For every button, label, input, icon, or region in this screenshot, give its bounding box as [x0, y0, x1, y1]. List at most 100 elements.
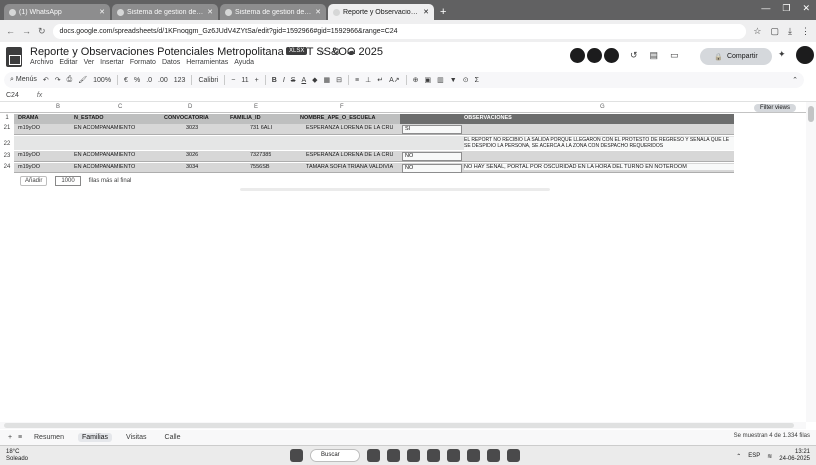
cell[interactable]: 731 6ALI: [250, 125, 272, 131]
column-header-f[interactable]: F: [340, 104, 344, 110]
more-formats-icon[interactable]: 123: [174, 77, 186, 84]
cell[interactable]: SI: [402, 125, 462, 134]
cell[interactable]: m19yOO: [18, 125, 40, 131]
wifi-icon[interactable]: ≋: [767, 453, 772, 460]
row-number[interactable]: 21: [0, 125, 14, 131]
cell[interactable]: ESPERANZA LORENA DE LA CRU: [306, 125, 393, 131]
align-icon[interactable]: ≡: [355, 77, 359, 84]
chevron-up-icon[interactable]: ⌃: [736, 453, 741, 460]
maximize-button[interactable]: ❐: [782, 3, 790, 14]
percent-icon[interactable]: %: [134, 77, 140, 84]
add-rows-quantity-input[interactable]: 1000: [55, 176, 81, 186]
avatar[interactable]: [587, 48, 602, 63]
language-indicator[interactable]: ESP: [748, 453, 760, 459]
row-number[interactable]: 22: [0, 141, 14, 147]
browser-tab[interactable]: Sistema de gestion de s... ✕: [112, 4, 218, 20]
font-select[interactable]: Calibri: [198, 77, 218, 84]
functions-icon[interactable]: Σ: [475, 77, 479, 84]
decimal-increase-icon[interactable]: .00: [158, 77, 168, 84]
cell[interactable]: m19yOO: [18, 164, 40, 170]
currency-icon[interactable]: €: [124, 77, 128, 84]
close-icon[interactable]: ✕: [315, 8, 321, 16]
avatar[interactable]: [570, 48, 585, 63]
valign-icon[interactable]: ⊥: [365, 76, 371, 84]
name-box[interactable]: C24: [6, 92, 19, 99]
merge-icon[interactable]: ⊟: [336, 76, 342, 84]
edge-icon[interactable]: [427, 449, 440, 462]
collapse-toolbar-icon[interactable]: ⌃: [792, 76, 798, 84]
decimal-decrease-icon[interactable]: .0: [146, 77, 152, 84]
sheet-tab-visitas[interactable]: Visitas: [122, 433, 151, 442]
back-icon[interactable]: ←: [6, 26, 15, 36]
italic-icon[interactable]: I: [283, 77, 285, 84]
cell[interactable]: 3026: [186, 152, 198, 158]
cell[interactable]: 3023: [186, 125, 198, 131]
download-icon[interactable]: ⤓: [788, 26, 792, 37]
sheets-logo-icon[interactable]: [6, 47, 22, 67]
filter-views-icon[interactable]: ⊙: [463, 76, 469, 84]
add-icon[interactable]: ✦: [778, 49, 786, 60]
sheet-tab-resumen[interactable]: Resumen: [30, 433, 68, 442]
table-row[interactable]: EL REPORT NO RECIBIO LA SALIDA PORQUE LL…: [14, 136, 734, 150]
horizontal-scrollbar[interactable]: [0, 422, 806, 429]
url-input[interactable]: docs.google.com/spreadsheets/d/1KFnoqgm_…: [52, 23, 747, 39]
all-sheets-icon[interactable]: ≡: [18, 434, 22, 441]
search-menus[interactable]: ⌕ Menús: [10, 76, 37, 84]
row-number[interactable]: 23: [0, 153, 14, 159]
column-header-b[interactable]: B: [56, 104, 60, 110]
zoom-select[interactable]: 100%: [93, 77, 111, 84]
cell[interactable]: 7327385: [250, 152, 271, 158]
row-number[interactable]: 1: [0, 115, 14, 121]
menu-datos[interactable]: Datos: [162, 59, 180, 66]
text-color-icon[interactable]: A: [301, 77, 306, 84]
menu-editar[interactable]: Editar: [59, 59, 77, 66]
column-title[interactable]: CONVOCATORIA: [164, 115, 230, 121]
borders-icon[interactable]: ▦: [324, 76, 331, 84]
move-folder-icon[interactable]: ⧉: [333, 46, 339, 57]
new-tab-button[interactable]: +: [436, 6, 450, 20]
cell[interactable]: EN ACOMPAÑAMIENTO: [74, 125, 135, 131]
star-icon[interactable]: ☆: [318, 46, 326, 57]
comments-icon[interactable]: ▤: [650, 50, 659, 61]
table-row[interactable]: m19yOO EN ACOMPAÑAMIENTO 3026 7327385 ES…: [14, 151, 734, 162]
cell[interactable]: TAMARA SOFIA TRIANA VALDIVIA: [306, 164, 393, 170]
font-size-input[interactable]: 11: [241, 77, 248, 84]
taskbar-search[interactable]: Buscar: [310, 449, 360, 462]
font-size-increase[interactable]: +: [255, 77, 259, 84]
menu-herramientas[interactable]: Herramientas: [186, 59, 228, 66]
cell[interactable]: EN ACOMPAÑAMIENTO: [74, 164, 135, 170]
star-icon[interactable]: ☆: [753, 26, 761, 37]
close-icon[interactable]: ✕: [423, 8, 429, 16]
menu-ayuda[interactable]: Ayuda: [234, 59, 254, 66]
meet-icon[interactable]: ▭: [670, 50, 679, 61]
cell[interactable]: NO: [402, 152, 462, 161]
column-title[interactable]: OBSERVACIONES: [464, 115, 734, 121]
browser-tab[interactable]: Sistema de gestion de s... ✕: [220, 4, 326, 20]
sheet-tab-familias[interactable]: Familias: [77, 433, 113, 442]
bold-icon[interactable]: B: [272, 77, 277, 84]
undo-icon[interactable]: ↶: [43, 76, 49, 84]
close-window-button[interactable]: ✕: [802, 3, 810, 14]
minimize-button[interactable]: —: [761, 3, 770, 14]
vertical-scrollbar[interactable]: [806, 102, 816, 422]
forward-icon[interactable]: →: [22, 26, 31, 36]
chrome-icon[interactable]: [407, 449, 420, 462]
browser-tab-active[interactable]: Reporte y Observaciones Pot... ✕: [328, 4, 434, 20]
spreadsheet-grid[interactable]: B C D E F G Filter views 1 DRAMA N_ESTAD…: [0, 102, 806, 422]
filter-icon[interactable]: ▼: [450, 77, 457, 84]
task-view-icon[interactable]: [367, 449, 380, 462]
print-icon[interactable]: ⎙: [67, 76, 73, 84]
weather-widget[interactable]: 18°C Soleado: [6, 449, 28, 463]
cell[interactable]: m19yOO: [18, 152, 40, 158]
close-icon[interactable]: ✕: [99, 8, 105, 16]
wrap-icon[interactable]: ↵: [377, 76, 383, 84]
table-row[interactable]: m19yOO EN ACOMPAÑAMIENTO 3023 731 6ALI E…: [14, 124, 734, 135]
column-title[interactable]: FAMILIA_ID: [230, 115, 290, 121]
menu-formato[interactable]: Formato: [130, 59, 156, 66]
extensions-icon[interactable]: ▢: [771, 26, 780, 37]
font-size-decrease[interactable]: −: [231, 77, 235, 84]
file-explorer-icon[interactable]: [387, 449, 400, 462]
share-button[interactable]: 🔒 Compartir: [700, 48, 772, 65]
reload-icon[interactable]: ↻: [38, 26, 46, 37]
mail-icon[interactable]: [447, 449, 460, 462]
